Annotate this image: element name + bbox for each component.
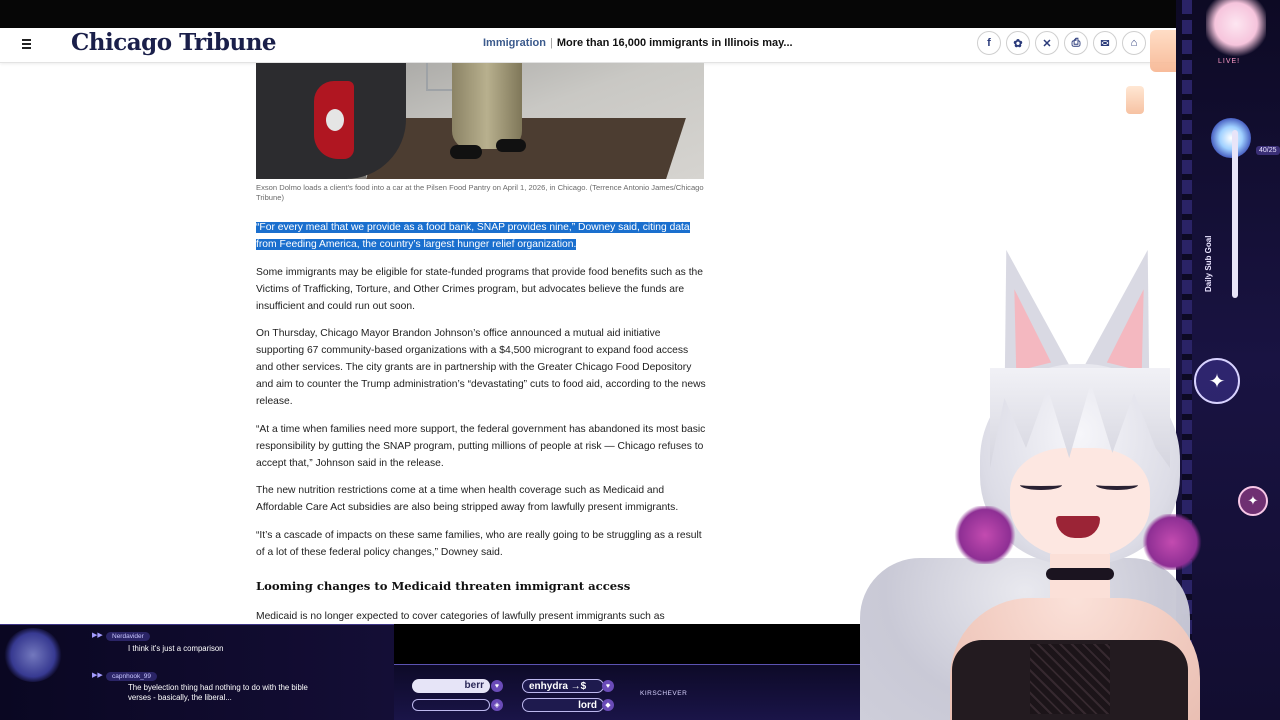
selected-text[interactable]: “For every meal that we provide as a foo… <box>256 222 690 250</box>
sub-goal-label: Daily Sub Goal <box>1204 235 1213 292</box>
photo-caption: Exson Dolmo loads a client's food into a… <box>256 183 704 203</box>
paragraph: Medicaid is no longer expected to cover … <box>256 611 665 622</box>
chat-panel <box>0 624 394 720</box>
star-icon: ✦ <box>1194 358 1240 404</box>
share-bar: f ✿ ✕ ⎙ ✉ ⌂ <box>977 31 1146 55</box>
taillight-shape <box>314 81 354 159</box>
chat-message: The byelection thing had nothing to do w… <box>128 683 308 702</box>
ticker-text: KIRSCHEVER <box>640 690 688 697</box>
eye-shape <box>1020 480 1062 490</box>
star-icon: ◈ <box>491 699 503 711</box>
bluesky-icon[interactable]: ✿ <box>1006 31 1030 55</box>
print-icon[interactable]: ⎙ <box>1064 31 1088 55</box>
gift-icon[interactable]: ⌂ <box>1122 31 1146 55</box>
site-logo[interactable]: Chicago Tribune <box>71 28 277 58</box>
music-pill: berr <box>412 679 490 693</box>
site-header: Chicago Tribune Immigration | More than 16… <box>0 28 1280 63</box>
heart-icon: ♥ <box>602 680 614 692</box>
section-heading: Looming changes to Medicaid threaten imm… <box>256 579 631 593</box>
screen: Chicago Tribune Immigration | More than 16… <box>0 0 1280 720</box>
mascot-icon <box>4 628 62 682</box>
music-track: lord <box>522 698 604 712</box>
chat-user: Nerdavider <box>92 631 150 641</box>
heart-icon: ♥ <box>491 680 503 692</box>
overlay-ornament <box>1206 0 1266 60</box>
x-icon[interactable]: ✕ <box>1035 31 1059 55</box>
diamond-icon: ◆ <box>602 699 614 711</box>
flower-ornament <box>954 506 1016 564</box>
paragraph: Some immigrants may be eligible for stat… <box>256 267 704 312</box>
paragraph: “It’s a cascade of impacts on these same… <box>256 530 702 558</box>
music-track: enhydra →$ <box>522 679 604 693</box>
paragraph: On Thursday, Chicago Mayor Brandon Johns… <box>256 328 706 407</box>
eye-shape <box>1096 480 1138 490</box>
facebook-icon[interactable]: f <box>977 31 1001 55</box>
paragraph: “At a time when families need more suppo… <box>256 424 706 469</box>
vtuber-avatar <box>860 241 1202 720</box>
email-icon[interactable]: ✉ <box>1093 31 1117 55</box>
music-progress <box>412 699 490 711</box>
orb-icon <box>1211 118 1251 158</box>
menu-icon[interactable] <box>18 37 36 53</box>
headline-text: More than 16,000 immigrants in Illinois … <box>556 37 793 49</box>
breadcrumb: Immigration | More than 16,000 immigrants … <box>483 37 793 49</box>
article-photo <box>256 63 704 179</box>
chat-user: capnhook_99 <box>92 671 158 681</box>
flower-ornament <box>1142 514 1202 570</box>
breadcrumb-separator: | <box>549 37 553 49</box>
sub-goal-progress <box>1232 130 1238 298</box>
sub-goal-count: 40/25 <box>1256 146 1280 155</box>
section-link[interactable]: Immigration <box>483 37 546 49</box>
paragraph: The new nutrition restrictions come at a… <box>256 485 679 513</box>
paragraph-selected: “For every meal that we provide as a foo… <box>256 219 708 253</box>
person-shape <box>452 63 522 149</box>
letterbox-top <box>0 0 1280 28</box>
chat-message: I think it's just a comparison <box>128 644 224 653</box>
star-icon: ✦ <box>1238 486 1268 516</box>
lantern-decoration <box>1126 86 1144 114</box>
